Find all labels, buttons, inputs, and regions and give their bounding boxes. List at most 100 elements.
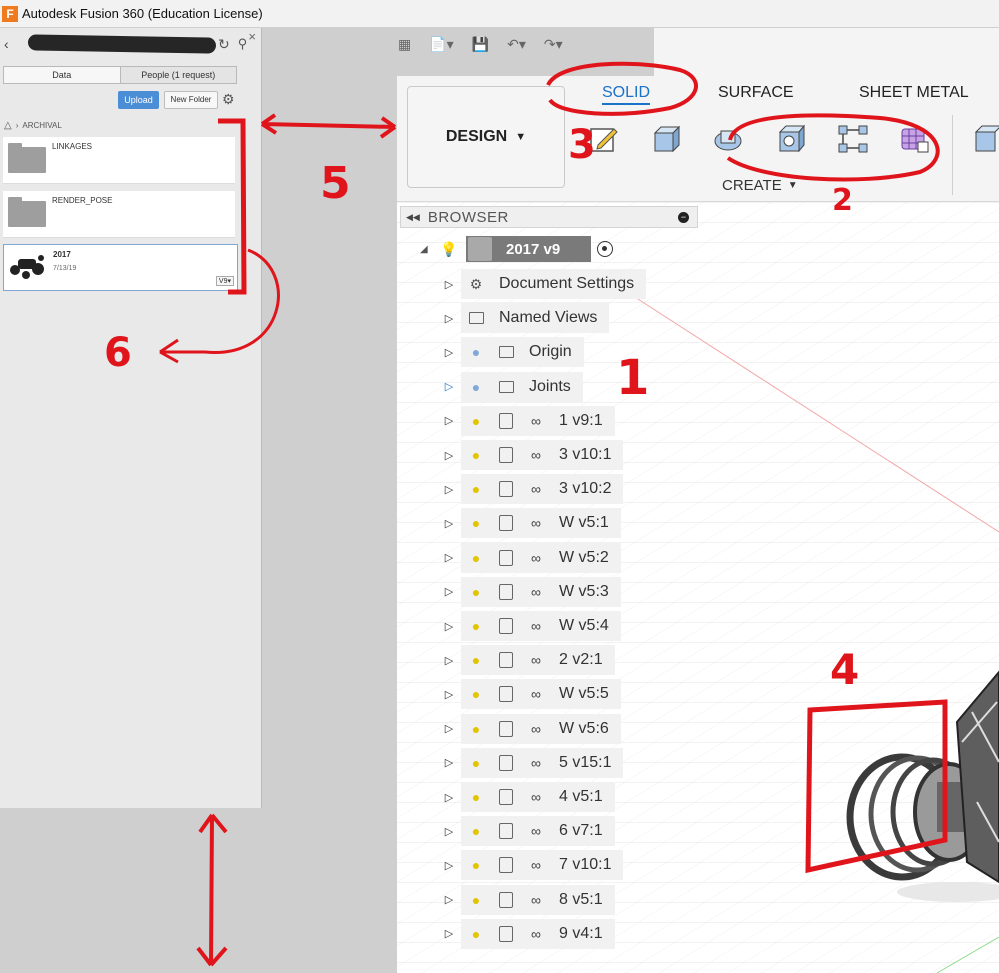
- visibility-bulb-icon[interactable]: ●: [461, 721, 491, 737]
- undo-icon[interactable]: ↶▾: [507, 36, 526, 53]
- expand-triangle-icon[interactable]: ▷: [437, 551, 461, 564]
- browser-node[interactable]: ▷ ● ∞ W v5:1: [437, 508, 621, 539]
- hub-icon[interactable]: △: [4, 120, 12, 131]
- visibility-bulb-icon[interactable]: ●: [461, 755, 491, 771]
- visibility-bulb-icon[interactable]: ●: [461, 652, 491, 668]
- expand-triangle-icon[interactable]: ▷: [437, 654, 461, 667]
- browser-node-pill[interactable]: ● Joints: [461, 371, 583, 402]
- browser-node[interactable]: ▷ ⚙ Document Settings: [437, 269, 647, 299]
- expand-triangle-icon[interactable]: ▷: [437, 483, 461, 496]
- browser-node-pill[interactable]: ● ∞ 7 v10:1: [461, 850, 624, 881]
- pattern-icon[interactable]: [837, 123, 869, 155]
- visibility-bulb-icon[interactable]: ●: [461, 857, 491, 873]
- activate-radio-icon[interactable]: [597, 241, 613, 257]
- browser-node[interactable]: ▷ ● ∞ W v5:3: [437, 576, 621, 607]
- browser-node-pill[interactable]: ● ∞ W v5:1: [461, 508, 621, 539]
- expand-triangle-icon[interactable]: ▷: [437, 346, 461, 359]
- visibility-bulb-icon[interactable]: ●: [461, 789, 491, 805]
- visibility-bulb-icon[interactable]: ●: [461, 481, 491, 497]
- root-component[interactable]: 2017 v9: [466, 236, 591, 262]
- browser-node[interactable]: ▷ ● ∞ 8 v5:1: [437, 884, 615, 915]
- expand-triangle-icon[interactable]: ▷: [437, 688, 461, 701]
- expand-triangle-icon[interactable]: ▷: [437, 791, 461, 804]
- create-menu[interactable]: CREATE ▼: [722, 177, 798, 194]
- browser-node-pill[interactable]: ● ∞ 8 v5:1: [461, 884, 615, 915]
- visibility-bulb-icon[interactable]: ●: [461, 823, 491, 839]
- visibility-bulb-icon[interactable]: ●: [461, 447, 491, 463]
- browser-node-pill[interactable]: ● ∞ W v5:5: [461, 679, 621, 710]
- browser-node-pill[interactable]: ● ∞ 3 v10:1: [461, 440, 624, 470]
- browser-node-pill[interactable]: ● ∞ W v5:4: [461, 611, 621, 641]
- expand-triangle-icon[interactable]: ▷: [437, 927, 461, 940]
- collapse-triangle-icon[interactable]: ◢: [420, 244, 440, 255]
- browser-node-pill[interactable]: ⚙ Document Settings: [461, 269, 647, 299]
- visibility-bulb-icon[interactable]: ●: [461, 379, 491, 395]
- refresh-icon[interactable]: ↻: [218, 36, 230, 53]
- expand-triangle-icon[interactable]: ▷: [437, 620, 461, 633]
- browser-node[interactable]: ▷ ● ∞ 9 v4:1: [437, 918, 615, 949]
- design-item-2017[interactable]: 2017 7/13/19 V9▾: [3, 244, 238, 291]
- new-folder-button[interactable]: New Folder: [164, 91, 218, 109]
- browser-node[interactable]: ▷ ● ∞ 5 v15:1: [437, 747, 624, 778]
- save-icon[interactable]: 💾: [472, 36, 489, 53]
- browser-node-pill[interactable]: ● ∞ W v5:2: [461, 542, 621, 573]
- back-icon[interactable]: ‹: [4, 36, 18, 52]
- browser-root-row[interactable]: ◢ 💡 2017 v9: [420, 236, 613, 262]
- expand-triangle-icon[interactable]: ▷: [437, 449, 461, 462]
- browser-node[interactable]: ▷ ● ∞ 7 v10:1: [437, 850, 624, 881]
- file-menu-icon[interactable]: 📄▾: [429, 36, 453, 53]
- expand-triangle-icon[interactable]: ▷: [437, 893, 461, 906]
- browser-node-pill[interactable]: ● ∞ W v5:3: [461, 576, 621, 607]
- browser-node[interactable]: ▷ ● ∞ 6 v7:1: [437, 816, 615, 847]
- folder-item-render-pose[interactable]: RENDER_POSE: [3, 191, 235, 238]
- browser-node[interactable]: ▷ ● ∞ 4 v5:1: [437, 782, 615, 812]
- workspace-switcher[interactable]: DESIGN ▼: [407, 86, 565, 188]
- expand-triangle-icon[interactable]: ▷: [437, 756, 461, 769]
- browser-node-pill[interactable]: ● ∞ W v5:6: [461, 713, 621, 744]
- visibility-bulb-icon[interactable]: ●: [461, 413, 491, 429]
- tab-surface[interactable]: SURFACE: [718, 84, 794, 102]
- folder-item-linkages[interactable]: LINKAGES: [3, 137, 235, 184]
- extrude-icon[interactable]: [650, 123, 682, 155]
- browser-node[interactable]: ▷ ● ∞ W v5:2: [437, 542, 621, 573]
- breadcrumb-project[interactable]: ARCHIVAL: [22, 121, 61, 130]
- browser-node[interactable]: ▷ ● Joints: [437, 371, 583, 402]
- expand-triangle-icon[interactable]: ▷: [437, 859, 461, 872]
- redo-icon[interactable]: ↷▾: [544, 36, 563, 53]
- minimize-icon[interactable]: −: [678, 212, 689, 223]
- expand-triangle-icon[interactable]: ▷: [437, 585, 461, 598]
- expand-triangle-icon[interactable]: ▷: [437, 278, 461, 291]
- gear-icon[interactable]: ⚙: [222, 91, 235, 108]
- browser-node-pill[interactable]: ● ∞ 3 v10:2: [461, 474, 624, 505]
- browser-node[interactable]: ▷ ● ∞ 3 v10:1: [437, 440, 624, 470]
- browser-node[interactable]: ▷ ● ∞ W v5:5: [437, 679, 621, 710]
- browser-node-pill[interactable]: ● ∞ 6 v7:1: [461, 816, 615, 847]
- upload-button[interactable]: Upload: [118, 91, 159, 109]
- expand-triangle-icon[interactable]: ▷: [437, 312, 461, 325]
- tab-data[interactable]: Data: [4, 67, 120, 83]
- revolve-icon[interactable]: [712, 123, 744, 155]
- browser-node[interactable]: ▷ Named Views: [437, 303, 610, 334]
- project-selector[interactable]: [22, 34, 217, 54]
- expand-triangle-icon[interactable]: ▷: [437, 414, 461, 427]
- close-icon[interactable]: ×: [248, 29, 256, 44]
- browser-node-pill[interactable]: ● ∞ 5 v15:1: [461, 747, 624, 778]
- version-badge[interactable]: V9▾: [215, 276, 234, 286]
- visibility-bulb-icon[interactable]: ●: [461, 584, 491, 600]
- browser-node[interactable]: ▷ ● ∞ W v5:6: [437, 713, 621, 744]
- browser-node[interactable]: ▷ ● ∞ 2 v2:1: [437, 645, 615, 676]
- expand-triangle-icon[interactable]: ▷: [437, 722, 461, 735]
- visibility-bulb-icon[interactable]: ●: [461, 515, 491, 531]
- visibility-bulb-icon[interactable]: ●: [461, 550, 491, 566]
- modify-icon[interactable]: [972, 123, 999, 155]
- visibility-bulb-icon[interactable]: 💡: [440, 241, 466, 258]
- browser-node-pill[interactable]: ● ∞ 2 v2:1: [461, 645, 615, 676]
- form-icon[interactable]: [899, 123, 931, 155]
- browser-node[interactable]: ▷ ● Origin: [437, 337, 584, 368]
- browser-node[interactable]: ▷ ● ∞ 1 v9:1: [437, 405, 615, 436]
- browser-node-pill[interactable]: ● ∞ 1 v9:1: [461, 405, 615, 436]
- expand-triangle-icon[interactable]: ▷: [437, 825, 461, 838]
- box-icon[interactable]: [775, 123, 807, 155]
- visibility-bulb-icon[interactable]: ●: [461, 344, 491, 360]
- expand-triangle-icon[interactable]: ▷: [437, 517, 461, 530]
